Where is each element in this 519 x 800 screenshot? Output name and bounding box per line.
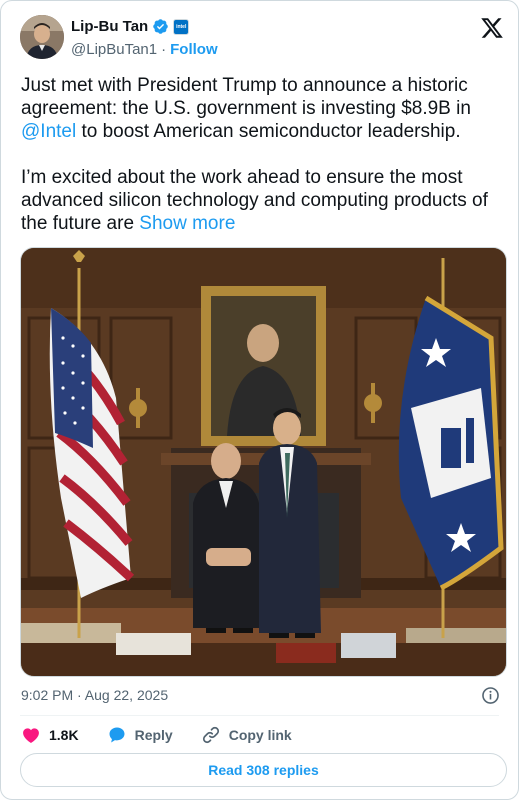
copy-link-label: Copy link <box>228 727 292 743</box>
heart-icon <box>23 728 39 743</box>
read-replies-label: Read 308 replies <box>208 762 319 778</box>
info-icon[interactable] <box>481 686 500 705</box>
intel-affiliate-badge[interactable]: intel <box>173 18 190 35</box>
reply-button[interactable]: Reply <box>107 725 173 745</box>
mention-intel-link[interactable]: @Intel <box>21 121 76 142</box>
reply-label: Reply <box>134 727 173 743</box>
handle-row: @LipBuTan1 · Follow <box>71 41 218 58</box>
tweet-text-segment: I’m excited about the work ahead to ensu… <box>21 167 488 234</box>
tweet-text-segment: Just met with President Trump to announc… <box>21 75 471 119</box>
x-logo-icon[interactable] <box>480 16 504 40</box>
like-count: 1.8K <box>49 727 79 743</box>
tweet-paragraph-1: Just met with President Trump to announc… <box>21 74 501 143</box>
show-more-link[interactable]: Show more <box>139 213 235 234</box>
author-handle[interactable]: @LipBuTan1 <box>71 41 157 58</box>
photo-image[interactable] <box>20 247 507 677</box>
action-bar: 1.8K Reply Copy link <box>21 723 320 747</box>
tweet-text-segment: to boost American semiconductor leadersh… <box>76 121 461 142</box>
author-name[interactable]: Lip-Bu Tan <box>71 18 148 35</box>
read-replies-button[interactable]: Read 308 replies <box>20 753 507 787</box>
timestamp[interactable]: 9:02 PM · Aug 22, 2025 <box>21 687 168 703</box>
tweet-paragraph-2: I’m excited about the work ahead to ensu… <box>21 166 501 235</box>
author-name-row: Lip-Bu Tan intel <box>71 18 190 35</box>
follow-button[interactable]: Follow <box>170 41 218 58</box>
avatar[interactable] <box>20 15 64 59</box>
affiliate-text: intel <box>176 23 187 30</box>
link-icon <box>202 726 219 744</box>
separator-dot: · <box>161 41 167 58</box>
copy-link-button[interactable]: Copy link <box>201 725 292 745</box>
divider <box>20 715 499 716</box>
tweet-text: Just met with President Trump to announc… <box>21 74 501 235</box>
like-button[interactable]: 1.8K <box>21 725 79 745</box>
verified-badge-icon <box>153 19 168 34</box>
reply-bubble-icon <box>109 727 125 743</box>
tweet-card: Lip-Bu Tan intel @LipBuTan1 · Follow Jus… <box>0 0 519 800</box>
